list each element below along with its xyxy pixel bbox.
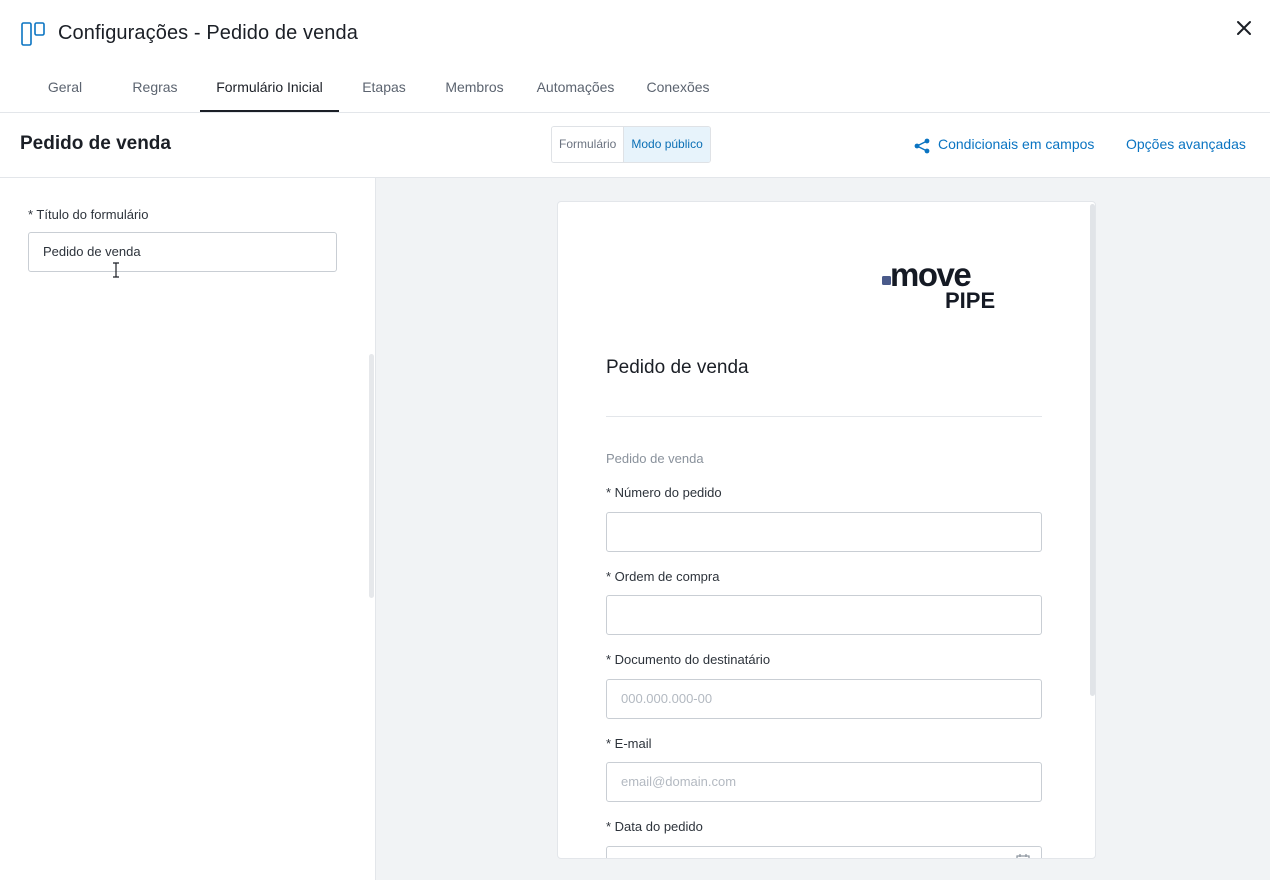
svg-text:PIPE: PIPE bbox=[945, 288, 995, 312]
conditionals-link[interactable]: Condicionais em campos bbox=[938, 136, 1094, 152]
tab-regras[interactable]: Regras bbox=[124, 66, 186, 112]
documento-input[interactable]: 000.000.000-00 bbox=[606, 679, 1042, 719]
ordem-compra-input[interactable] bbox=[606, 595, 1042, 635]
share-nodes-icon[interactable] bbox=[914, 138, 930, 154]
tab-geral[interactable]: Geral bbox=[36, 66, 94, 112]
left-panel-scrollbar[interactable] bbox=[369, 354, 374, 598]
modo-publico-toggle-button[interactable]: Modo público bbox=[623, 127, 710, 162]
field-label-ordem-compra: * Ordem de compra bbox=[606, 569, 720, 584]
tab-bar: Geral Regras Formulário Inicial Etapas M… bbox=[0, 66, 1270, 113]
section-label: Pedido de venda bbox=[606, 451, 704, 466]
field-label-documento: * Documento do destinatário bbox=[606, 652, 771, 667]
data-pedido-input[interactable] bbox=[606, 846, 1042, 858]
preview-scrollbar[interactable] bbox=[1090, 204, 1095, 696]
calendar-icon[interactable] bbox=[1016, 854, 1030, 859]
divider bbox=[606, 416, 1042, 417]
close-icon[interactable] bbox=[1232, 16, 1256, 40]
top-bar: Configurações - Pedido de venda bbox=[0, 0, 1270, 66]
advanced-options-link[interactable]: Opções avançadas bbox=[1126, 136, 1246, 152]
page-title: Configurações - Pedido de venda bbox=[58, 22, 358, 44]
field-label-data-pedido: * Data do pedido bbox=[606, 819, 703, 834]
board-icon bbox=[21, 22, 45, 46]
email-input[interactable]: email@domain.com bbox=[606, 762, 1042, 802]
text-cursor-icon bbox=[113, 262, 119, 278]
view-mode-toggle: Formulário Modo público bbox=[551, 126, 711, 163]
preview-form-title: Pedido de venda bbox=[606, 357, 749, 378]
public-form-preview: move PIPE Pedido de venda Pedido de vend… bbox=[376, 178, 1270, 880]
tab-membros[interactable]: Membros bbox=[437, 66, 512, 112]
company-logo: move PIPE bbox=[882, 256, 995, 312]
form-toolbar: Pedido de venda Formulário Modo público … bbox=[0, 113, 1270, 178]
tab-automacoes[interactable]: Automações bbox=[528, 66, 623, 112]
formulario-toggle-button[interactable]: Formulário bbox=[552, 127, 624, 162]
field-label-email: * E-mail bbox=[606, 736, 652, 751]
field-label-numero-pedido: * Número do pedido bbox=[606, 485, 722, 500]
form-preview-card: move PIPE Pedido de venda Pedido de vend… bbox=[557, 201, 1096, 859]
tab-etapas[interactable]: Etapas bbox=[354, 66, 414, 112]
form-title-input[interactable]: Pedido de venda bbox=[28, 232, 337, 272]
tab-conexoes[interactable]: Conexões bbox=[640, 66, 716, 112]
numero-pedido-input[interactable] bbox=[606, 512, 1042, 552]
tab-formulario-inicial[interactable]: Formulário Inicial bbox=[200, 66, 339, 112]
form-title-label: * Título do formulário bbox=[28, 207, 149, 222]
form-name: Pedido de venda bbox=[20, 133, 171, 154]
form-settings-panel: * Título do formulário Pedido de venda bbox=[0, 178, 376, 880]
